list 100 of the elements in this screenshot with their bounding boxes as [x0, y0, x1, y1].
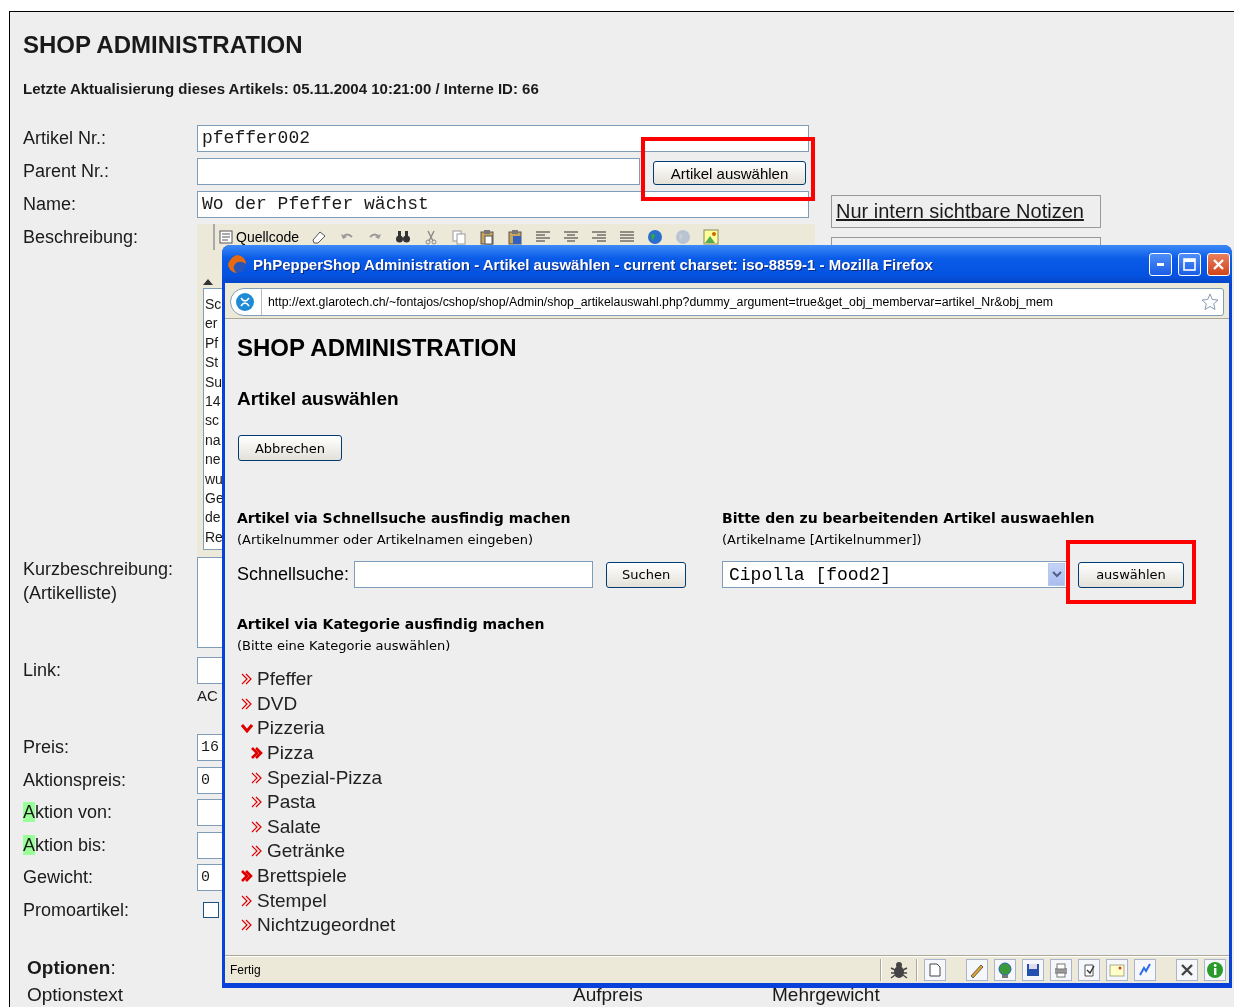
chevron-icon[interactable] [241, 722, 253, 735]
page-title: SHOP ADMINISTRATION [23, 30, 303, 60]
page-title: SHOP ADMINISTRATION [237, 333, 517, 363]
text-line: de [205, 508, 221, 528]
notes-link[interactable]: Nur intern sichtbare Notizen [831, 195, 1101, 228]
category-link[interactable]: Pasta [267, 791, 316, 814]
close-icon [1212, 257, 1225, 271]
text-line: na [205, 430, 221, 450]
printer-icon[interactable] [1050, 959, 1072, 981]
field-label: Parent Nr.: [23, 160, 111, 183]
field-label: Kurzbeschreibung: [23, 558, 174, 581]
maximize-button[interactable] [1178, 252, 1201, 276]
category-link[interactable]: Spezial-Pizza [267, 766, 383, 789]
text-line: Re [205, 527, 222, 547]
text-field[interactable]: Wo der Pfeffer wächst [197, 191, 809, 218]
category-link[interactable]: Brettspiele [257, 865, 347, 888]
window-title: PhPepperShop Administration - Artikel auswählen - current charset: iso-8859-1 - Mozilla Firefox [253, 255, 934, 273]
chevron-icon[interactable] [251, 771, 263, 784]
article-dropdown[interactable]: Cipolla [food2] [722, 561, 1067, 588]
column-header: Mehrgewicht [772, 983, 880, 1006]
clipboard-icon[interactable] [507, 229, 524, 245]
text-field[interactable] [197, 831, 222, 859]
text-line: wu [205, 469, 222, 489]
document-icon [219, 230, 233, 244]
text-field[interactable]: 16 [197, 734, 222, 761]
pencil-icon[interactable] [966, 959, 988, 981]
globe-icon[interactable] [647, 229, 664, 245]
text-field[interactable] [197, 799, 222, 826]
section-heading: Optionen: [27, 955, 116, 980]
section-title: Artikel via Schnellsuche ausfindig machen [237, 509, 571, 528]
close-button[interactable] [1207, 252, 1230, 276]
chevron-icon[interactable] [241, 673, 253, 686]
info-icon[interactable] [1204, 959, 1226, 981]
field-label: Aktion bis: [23, 833, 108, 857]
category-link[interactable]: Pizzeria [257, 717, 325, 740]
minimize-button[interactable] [1149, 252, 1172, 276]
search-button[interactable]: Suchen [606, 561, 687, 588]
bug-icon[interactable] [888, 960, 910, 980]
text-line: sc [205, 411, 219, 431]
text-line: St [205, 353, 219, 373]
scroll-up-icon[interactable] [203, 279, 213, 285]
field-label: Artikel Nr.: [23, 127, 107, 150]
section-title: Bitte den zu bearbeitenden Artikel auswaehlen [722, 509, 1095, 528]
category-link[interactable]: Pfeffer [257, 668, 313, 691]
category-link[interactable]: Nichtzugeordnet [257, 914, 396, 937]
binoculars-icon[interactable] [395, 229, 412, 245]
chevron-icon[interactable] [241, 919, 253, 932]
field-label: Beschreibung: [23, 226, 140, 249]
text-field[interactable]: 0 [197, 864, 222, 891]
chevron-icon[interactable] [251, 796, 263, 809]
chevron-icon[interactable] [251, 845, 263, 858]
align-right-icon[interactable] [591, 229, 608, 245]
align-justify-icon[interactable] [619, 229, 636, 245]
image-icon[interactable] [703, 229, 720, 245]
cancel-button[interactable]: Abbrechen [238, 435, 342, 461]
text-field[interactable]: pfeffer002 [197, 125, 809, 152]
text-field[interactable] [197, 158, 640, 185]
url-text: http://ext.glarotech.ch/~fontajos/cshop/shop/Admin/shop_artikelauswahl.php?dummy_argument=true&get_obj_membervar=artikel_Nr&obj_mem [268, 295, 1055, 309]
search-field[interactable] [354, 561, 594, 588]
text-line: Pf [205, 333, 219, 353]
text-field[interactable] [197, 657, 222, 684]
chevron-icon[interactable] [241, 870, 253, 883]
clipboard-icon[interactable] [1078, 959, 1100, 981]
chevron-icon[interactable] [241, 697, 253, 710]
caret-icon [1051, 571, 1062, 578]
category-link[interactable]: DVD [257, 692, 298, 715]
align-left-icon[interactable] [535, 229, 552, 245]
chevron-icon[interactable] [251, 747, 263, 760]
section-hint: (Artikelnummer oder Artikelnamen eingeben) [237, 531, 534, 549]
page-subtitle: Artikel auswählen [237, 387, 399, 411]
chevron-icon[interactable] [241, 894, 253, 907]
text-line: Su [205, 372, 222, 392]
field-label: Gewicht: [23, 866, 95, 889]
column-header: Aufpreis [573, 983, 644, 1006]
field-label: Aktion von: [23, 801, 114, 824]
category-link[interactable]: Stempel [257, 889, 327, 912]
clipboard-icon[interactable] [479, 229, 496, 245]
scissors-icon[interactable] [423, 229, 440, 245]
globe-icon[interactable] [994, 959, 1016, 981]
minimize-icon [1157, 262, 1164, 266]
category-link[interactable]: Getränke [267, 840, 346, 863]
source-code-button[interactable]: Quellcode [219, 229, 300, 245]
select-button[interactable]: auswählen [1078, 561, 1184, 588]
category-link[interactable]: Salate [267, 815, 321, 838]
category-link[interactable]: Pizza [267, 742, 314, 765]
text-field[interactable]: 0 [197, 766, 222, 794]
column-header: Optionstext [27, 983, 125, 1006]
select-article-button[interactable]: Artikel auswählen [653, 161, 806, 185]
align-center-icon[interactable] [563, 229, 580, 245]
text-line: Sc [205, 295, 222, 314]
fox-globe-icon [227, 254, 247, 274]
text-area[interactable] [197, 557, 222, 648]
chevron-icon[interactable] [251, 820, 263, 833]
page-icon[interactable] [924, 959, 946, 981]
status-text: Fertig [230, 963, 262, 977]
star-icon[interactable] [1201, 293, 1219, 311]
address-bar[interactable]: http://ext.glarotech.ch/~fontajos/cshop/shop/Admin/shop_artikelauswahl.php?dummy_argument=true&get_obj_membervar=artikel_Nr&obj_mem [230, 288, 1224, 316]
checkbox[interactable] [203, 901, 219, 918]
field-label: Aktionspreis: [23, 768, 128, 792]
lightning-icon[interactable] [1134, 959, 1156, 981]
